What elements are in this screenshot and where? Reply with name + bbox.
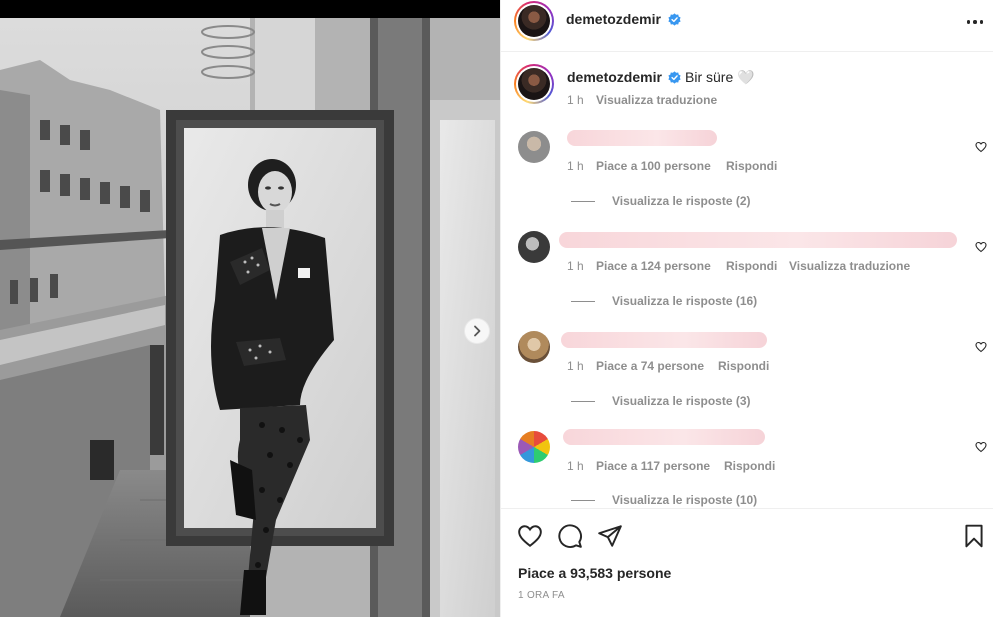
reply-button[interactable]: Rispondi [726, 159, 777, 173]
heart-icon[interactable] [975, 341, 987, 353]
comment-icon[interactable] [557, 523, 583, 549]
caption-translate-link[interactable]: Visualizza traduzione [596, 93, 717, 107]
post-header: demetozdemir [501, 0, 993, 52]
comment-time: 1 h [567, 259, 584, 273]
redacted-comment-text [561, 332, 767, 348]
author-username[interactable]: demetozdemir [566, 11, 661, 27]
verified-badge-icon [668, 13, 681, 26]
replies-divider [571, 301, 595, 302]
view-replies-button[interactable]: Visualizza le risposte (3) [612, 394, 751, 408]
man-avatar[interactable] [518, 131, 550, 163]
post-photo[interactable] [0, 0, 500, 617]
man-bw-avatar[interactable] [518, 231, 550, 263]
redacted-comment-text [559, 232, 957, 248]
post-side-panel: demetozdemir demetozdemir Bir süre 🤍 1 h… [500, 0, 993, 617]
comment-likes[interactable]: Piace a 117 persone [596, 459, 710, 473]
comment-likes[interactable]: Piace a 100 persone [596, 159, 711, 173]
comment-time: 1 h [567, 359, 584, 373]
replies-divider [571, 500, 595, 501]
verified-badge-icon [668, 71, 681, 84]
comment-time: 1 h [567, 459, 584, 473]
caption-text: Bir süre 🤍 [685, 69, 755, 85]
heart-icon[interactable] [975, 241, 987, 253]
reply-button[interactable]: Rispondi [718, 359, 769, 373]
chevron-right-icon [474, 325, 481, 337]
replies-divider [571, 201, 595, 202]
comments-list[interactable]: demetozdemir Bir süre 🤍 1 h Visualizza t… [501, 53, 993, 508]
likes-count[interactable]: Piace a 93,583 persone [518, 565, 671, 581]
more-options-button[interactable] [963, 14, 987, 30]
comment-time: 1 h [567, 159, 584, 173]
view-replies-button[interactable]: Visualizza le risposte (16) [612, 294, 757, 308]
redacted-comment-text [567, 130, 717, 146]
redacted-comment-text [563, 429, 765, 445]
author-avatar[interactable] [514, 1, 554, 41]
view-replies-button[interactable]: Visualizza le risposte (2) [612, 194, 751, 208]
reply-button[interactable]: Rispondi [726, 259, 777, 273]
photo-image [0, 0, 500, 617]
post-timestamp: 1 ORA FA [518, 590, 565, 601]
reply-button[interactable]: Rispondi [724, 459, 775, 473]
bookmark-icon[interactable] [961, 523, 987, 549]
view-replies-button[interactable]: Visualizza le risposte (10) [612, 493, 757, 507]
comment-translate-link[interactable]: Visualizza traduzione [789, 259, 910, 273]
comment-likes[interactable]: Piace a 74 persone [596, 359, 704, 373]
caption-author-avatar[interactable] [514, 64, 554, 104]
heart-icon[interactable] [975, 141, 987, 153]
heart-icon[interactable] [517, 523, 543, 549]
paper-plane-icon[interactable] [597, 523, 623, 549]
woman-avatar[interactable] [518, 331, 550, 363]
replies-divider [571, 401, 595, 402]
caption-username[interactable]: demetozdemir [567, 69, 662, 85]
heart-icon[interactable] [975, 441, 987, 453]
next-photo-button[interactable] [464, 318, 490, 344]
caption-time: 1 h [567, 93, 584, 107]
ellipsis-icon [966, 20, 971, 24]
comment-likes[interactable]: Piace a 124 persone [596, 259, 711, 273]
colorful-avatar[interactable] [518, 431, 550, 463]
action-bar: Piace a 93,583 persone 1 ORA FA [501, 508, 993, 617]
